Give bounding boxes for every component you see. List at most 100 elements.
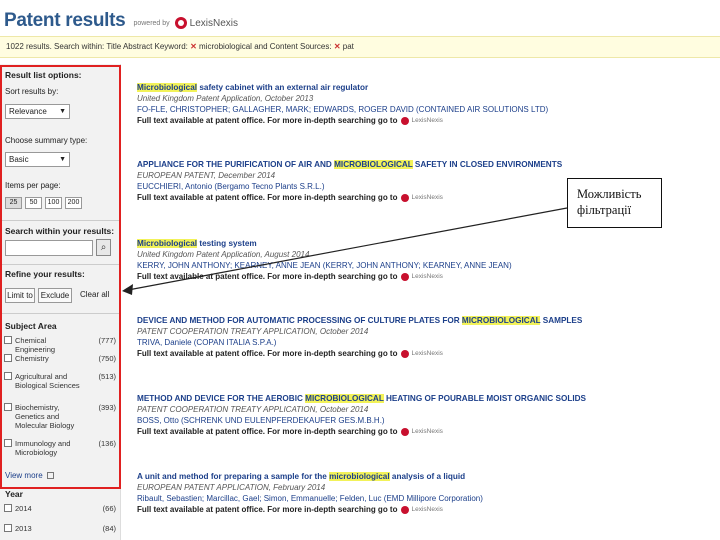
subject-count: (393) [98,403,116,412]
result-inventors[interactable]: TRIVA, Daniele (COPAN ITALIA S.P.A.) [137,337,712,348]
summary-middle: and Content Sources: [254,42,332,51]
title-text: safety cabinet with an external air regu… [197,83,369,92]
result-item: DEVICE AND METHOD FOR AUTOMATIC PROCESSI… [137,315,712,359]
availability-text: Full text available at patent office. Fo… [137,116,398,125]
checkbox[interactable] [4,403,12,411]
result-availability: Full text available at patent office. Fo… [137,426,712,437]
summary-type-value: Basic [9,155,29,164]
lexisnexis-link[interactable]: LexisNexis [411,271,442,282]
result-list-options-title: Result list options: [5,70,82,80]
checkbox[interactable] [4,524,12,532]
title-text: SAMPLES [540,316,583,325]
summary-term-2: pat [342,42,354,51]
result-item: Microbiological safety cabinet with an e… [137,82,712,126]
remove-term-icon[interactable]: ✕ [190,42,197,51]
summary-type-select[interactable]: Basic ▼ [5,152,70,167]
lexisnexis-logo-icon[interactable] [401,272,410,281]
exclude-button[interactable]: Exclude [38,288,72,303]
keyword-highlight: MICROBIOLOGICAL [461,316,541,325]
lexisnexis-link[interactable]: LexisNexis [411,348,442,359]
result-title[interactable]: DEVICE AND METHOD FOR AUTOMATIC PROCESSI… [137,315,712,326]
availability-text: Full text available at patent office. Fo… [137,349,398,358]
page-size-option[interactable]: 25 [5,197,22,209]
checkbox[interactable] [4,354,12,362]
keyword-highlight: microbiological [329,472,390,481]
subject-area-title: Subject Area [5,321,57,331]
lexisnexis-logo-icon[interactable] [401,116,410,125]
result-inventors[interactable]: BOSS, Otto (SCHRENK UND EULENPFERDEKAUFE… [137,415,712,426]
lexisnexis-logo-icon[interactable] [401,349,410,358]
page-title: Patent results [4,10,126,31]
result-title[interactable]: APPLIANCE FOR THE PURIFICATION OF AIR AN… [137,159,712,170]
title-text: analysis of a liquid [389,472,466,481]
subject-name: Biochemistry, Genetics and Molecular Bio… [15,403,75,430]
powered-by-text: powered by [133,20,170,27]
chevron-down-icon: ▼ [59,108,66,115]
items-per-page-label: Items per page: [5,181,61,190]
title-text: HEATING OF POURABLE MOIST ORGANIC SOLIDS [383,394,586,403]
keyword-highlight: Microbiological [137,239,198,248]
sort-select[interactable]: Relevance ▼ [5,104,70,119]
title-text: APPLIANCE FOR THE PURIFICATION OF AIR AN… [137,160,335,169]
page-size-option[interactable]: 200 [65,197,82,209]
title-text: SAFETY IN CLOSED ENVIRONMENTS [412,160,563,169]
result-inventors[interactable]: Ribault, Sebastien; Marcillac, Gael; Sim… [137,493,712,504]
result-publication: EUROPEAN PATENT APPLICATION, February 20… [137,483,326,492]
subject-count: (513) [98,372,116,381]
lexisnexis-link[interactable]: LexisNexis [411,115,442,126]
subject-count: (750) [98,354,116,363]
result-inventors[interactable]: KERRY, JOHN ANTHONY; KEARNEY, ANNE JEAN … [137,260,712,271]
result-title[interactable]: A unit and method for preparing a sample… [137,471,712,482]
limit-to-button[interactable]: Limit to [5,288,35,303]
result-title[interactable]: Microbiological testing system [137,238,712,249]
year-name: 2014 [15,504,32,513]
callout-line-2: фільтрації [577,203,632,217]
page-header: Patent results powered by LexisNexis [4,2,238,32]
lexisnexis-link[interactable]: LexisNexis [411,504,442,515]
lexisnexis-logo-icon[interactable] [401,427,410,436]
result-publication: United Kingdom Patent Application, Augus… [137,250,310,259]
year-count: (66) [102,504,116,513]
summary-type-label: Choose summary type: [5,136,88,145]
chevron-down-icon: ▼ [59,156,66,163]
title-text: METHOD AND DEVICE FOR THE AEROBIC [137,394,306,403]
page-size-option[interactable]: 50 [25,197,42,209]
view-more-link[interactable]: View more [5,471,54,480]
checkbox[interactable] [4,504,12,512]
keyword-highlight: Microbiological [137,83,198,92]
search-icon[interactable]: ⌕ [96,239,111,256]
checkbox[interactable] [4,336,12,344]
remove-source-icon[interactable]: ✕ [334,42,341,51]
clear-all-link[interactable]: Clear all [80,290,109,299]
subject-count: (777) [98,336,116,345]
summary-prefix: 1022 results. Search within: Title Abstr… [6,42,188,51]
lexisnexis-logo-icon[interactable] [401,505,410,514]
subject-name: Immunology and Microbiology [15,439,71,457]
sort-value: Relevance [9,107,47,116]
lexisnexis-logo-icon [174,17,187,29]
view-more-label: View more [5,471,43,480]
page-size-option[interactable]: 100 [45,197,62,209]
result-inventors[interactable]: FO-FLE, CHRISTOPHER; GALLAGHER, MARK; ED… [137,104,712,115]
result-title[interactable]: METHOD AND DEVICE FOR THE AEROBIC MICROB… [137,393,712,404]
items-per-page-options: 25 50 100 200 [5,197,82,209]
brand-name: LexisNexis [189,18,239,29]
availability-text: Full text available at patent office. Fo… [137,193,398,202]
search-within-input[interactable] [5,240,93,256]
checkbox[interactable] [4,372,12,380]
checkbox[interactable] [4,439,12,447]
year-count: (84) [102,524,116,533]
refine-title: Refine your results: [5,269,85,279]
subject-count: (136) [98,439,116,448]
result-availability: Full text available at patent office. Fo… [137,348,712,359]
availability-text: Full text available at patent office. Fo… [137,427,398,436]
lexisnexis-logo-icon[interactable] [401,193,410,202]
annotation-callout: Можливість фільтрації [567,178,662,228]
lexisnexis-link[interactable]: LexisNexis [411,426,442,437]
result-title[interactable]: Microbiological safety cabinet with an e… [137,82,712,93]
lexisnexis-link[interactable]: LexisNexis [411,192,442,203]
result-item: A unit and method for preparing a sample… [137,471,712,515]
divider [0,313,121,314]
year-name: 2013 [15,524,32,533]
expand-icon [46,472,54,480]
